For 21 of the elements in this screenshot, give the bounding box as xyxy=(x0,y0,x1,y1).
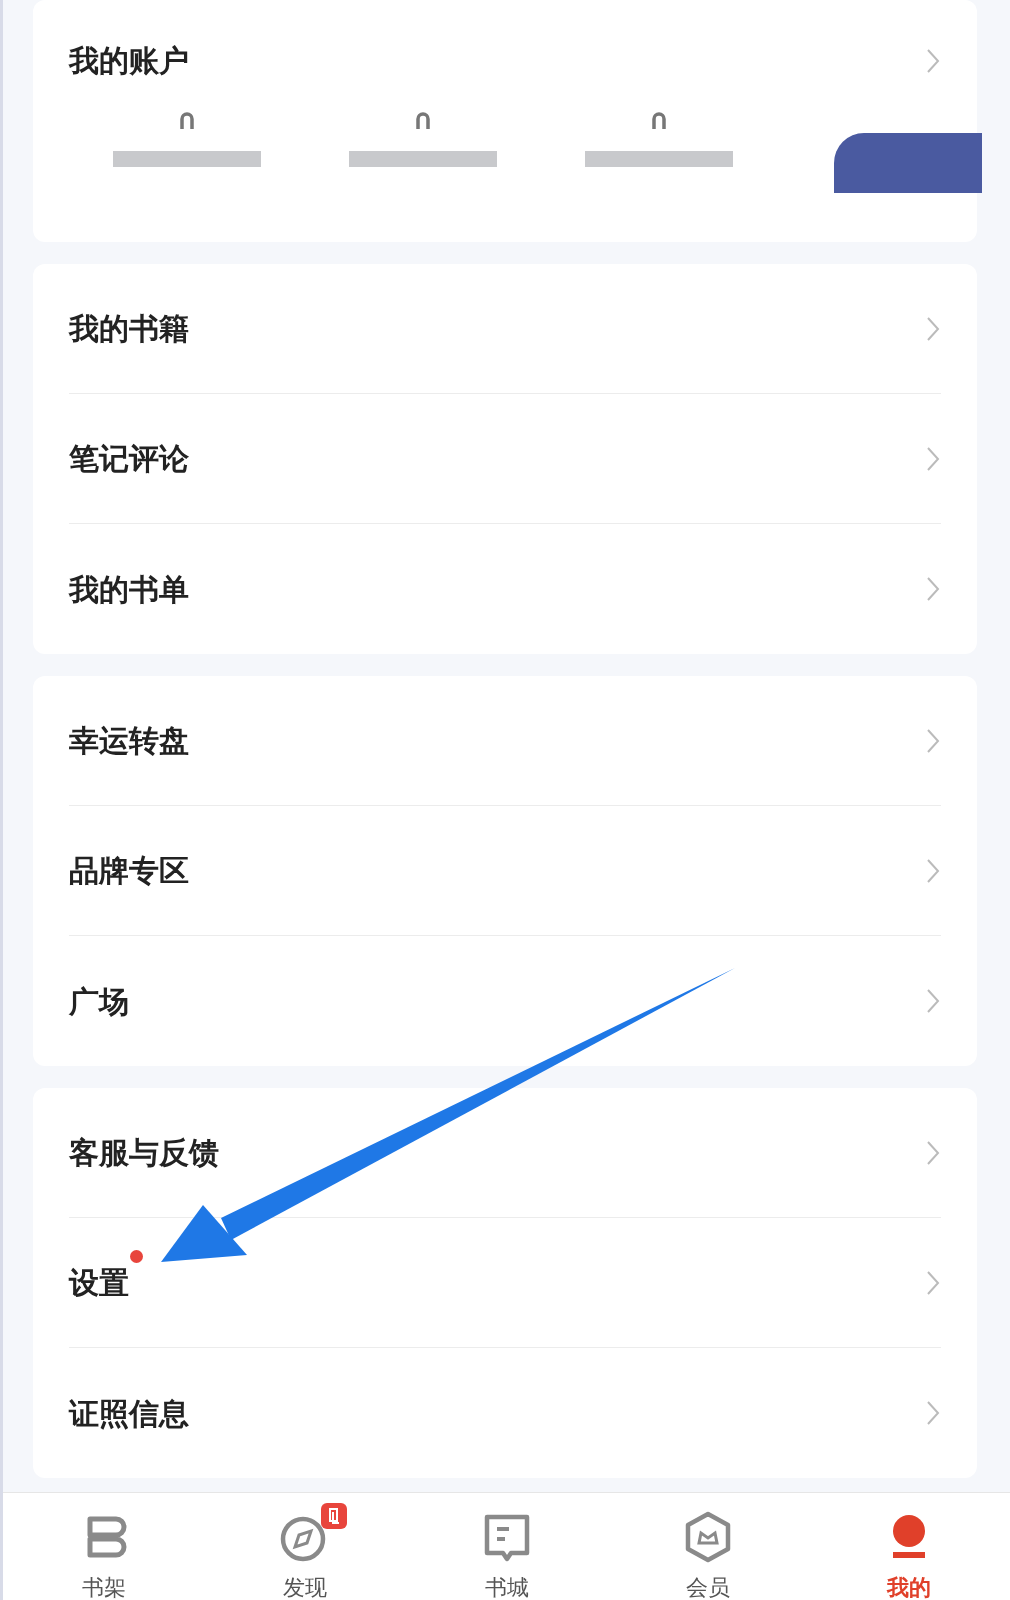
menu-item[interactable]: 设置 xyxy=(69,1265,129,1300)
chevron-icon xyxy=(925,987,941,1015)
chevron-icon xyxy=(925,575,941,603)
tab[interactable]: 我的 xyxy=(808,1493,1010,1600)
redacted-value-icon xyxy=(180,111,194,129)
tab[interactable]: 书城 xyxy=(405,1493,608,1600)
section-title[interactable]: 我的账户 xyxy=(69,38,189,83)
menu-item[interactable]: 我的书单 xyxy=(69,571,189,607)
menu-item[interactable]: 品牌专区 xyxy=(69,853,189,888)
menu-item[interactable]: 我的书籍 xyxy=(69,311,189,346)
tab[interactable]: 发现 xyxy=(204,1493,406,1600)
menu-item[interactable]: 笔记评论 xyxy=(69,441,189,476)
redacted-value-icon xyxy=(652,111,666,129)
menu-item[interactable]: 证照信息 xyxy=(69,1395,189,1431)
tab[interactable]: 会员 xyxy=(607,1493,809,1600)
menu-item[interactable]: 客服与反馈 xyxy=(69,1135,219,1170)
redacted-value-icon xyxy=(416,111,430,129)
menu-item[interactable]: 广场 xyxy=(69,983,129,1019)
tab[interactable]: 书架 xyxy=(3,1493,205,1600)
chevron-icon xyxy=(925,1399,941,1427)
menu-item[interactable]: 幸运转盘 xyxy=(69,723,189,758)
